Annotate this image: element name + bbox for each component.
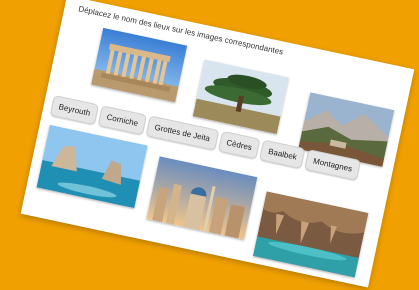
photo-beirut-city: [146, 156, 258, 240]
photo-cedar-tree: [192, 59, 289, 135]
chip-cedres[interactable]: Cèdres: [217, 130, 261, 160]
chip-beyrouth[interactable]: Beyrouth: [49, 95, 100, 126]
photo-baalbek-temple: [91, 27, 188, 103]
exercise-card: Déplacez le nom des lieux sur les images…: [20, 0, 415, 288]
photo-jeita-grotto: [252, 191, 369, 278]
chip-corniche[interactable]: Corniche: [97, 105, 148, 136]
photo-pigeon-rocks: [36, 124, 148, 209]
chip-grottes-de-jeita[interactable]: Grottes de Jeita: [145, 115, 219, 151]
